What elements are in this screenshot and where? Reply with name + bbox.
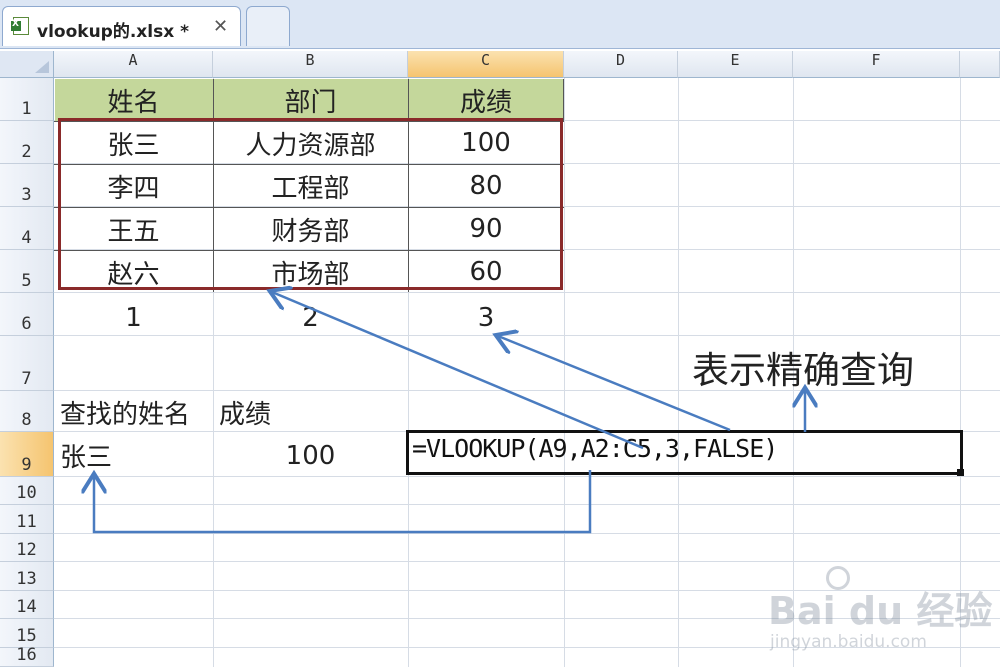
new-tab-button[interactable] bbox=[246, 6, 290, 46]
column-header-b[interactable]: B bbox=[213, 51, 408, 78]
column-header-e[interactable]: E bbox=[678, 51, 793, 78]
workbook-tab-bar: vlookup的.xlsx * ✕ bbox=[0, 0, 1000, 49]
row-header-10[interactable]: 10 bbox=[0, 477, 54, 505]
row-header-1[interactable]: 1 bbox=[0, 78, 54, 121]
annotation-note: 表示精确查询 bbox=[692, 349, 914, 392]
workbook-tab-title: vlookup的.xlsx * bbox=[37, 22, 189, 42]
row-header-13[interactable]: 13 bbox=[0, 562, 54, 591]
cell-b8[interactable]: 成绩 bbox=[213, 392, 408, 433]
row-header-11[interactable]: 11 bbox=[0, 505, 54, 534]
workbook-tab[interactable]: vlookup的.xlsx * ✕ bbox=[2, 6, 241, 46]
cell-c6[interactable]: 3 bbox=[408, 296, 564, 339]
close-icon[interactable]: ✕ bbox=[213, 16, 228, 37]
column-header-a[interactable]: A bbox=[54, 51, 213, 78]
grid-line bbox=[54, 504, 1000, 505]
fill-handle[interactable] bbox=[957, 469, 964, 476]
cell-a1[interactable]: 姓名 bbox=[54, 79, 213, 121]
column-header-g[interactable] bbox=[960, 51, 1000, 78]
watermark-brand: Bai du 经验 bbox=[768, 589, 993, 633]
cell-b1[interactable]: 部门 bbox=[213, 79, 408, 121]
row-header-15[interactable]: 15 bbox=[0, 619, 54, 648]
row-header-9[interactable]: 9 bbox=[0, 432, 54, 477]
cell-a9[interactable]: 张三 bbox=[54, 433, 213, 478]
row-header-5[interactable]: 5 bbox=[0, 250, 54, 293]
row-header-3[interactable]: 3 bbox=[0, 164, 54, 207]
row-header-16[interactable]: 16 bbox=[0, 645, 54, 667]
baidu-watermark: Bai du 经验 jingyan.baidu.com bbox=[768, 560, 993, 660]
row-header-14[interactable]: 14 bbox=[0, 591, 54, 619]
cell-b6[interactable]: 2 bbox=[213, 296, 408, 339]
cell-a8[interactable]: 查找的姓名 bbox=[54, 392, 224, 433]
cell-b9[interactable]: 100 bbox=[213, 433, 408, 478]
lookup-range-highlight bbox=[58, 118, 563, 290]
cell-a6[interactable]: 1 bbox=[54, 296, 213, 339]
row-header-6[interactable]: 6 bbox=[0, 293, 54, 336]
row-header-2[interactable]: 2 bbox=[0, 121, 54, 164]
watermark-url: jingyan.baidu.com bbox=[770, 632, 927, 652]
column-header-d[interactable]: D bbox=[564, 51, 678, 78]
grid-line bbox=[564, 78, 565, 667]
row-header-12[interactable]: 12 bbox=[0, 534, 54, 562]
row-header-7[interactable]: 7 bbox=[0, 336, 54, 391]
column-header-f[interactable]: F bbox=[793, 51, 960, 78]
excel-file-icon bbox=[11, 17, 29, 35]
grid-line bbox=[678, 78, 679, 667]
grid-line bbox=[54, 533, 1000, 534]
row-header-8[interactable]: 8 bbox=[0, 391, 54, 432]
column-header-c[interactable]: C bbox=[408, 51, 564, 78]
row-header-4[interactable]: 4 bbox=[0, 207, 54, 250]
formula-text: =VLOOKUP(A9,A2:C5,3,FALSE) bbox=[412, 434, 778, 463]
select-all-button[interactable] bbox=[0, 51, 54, 78]
cell-c1[interactable]: 成绩 bbox=[408, 79, 564, 121]
